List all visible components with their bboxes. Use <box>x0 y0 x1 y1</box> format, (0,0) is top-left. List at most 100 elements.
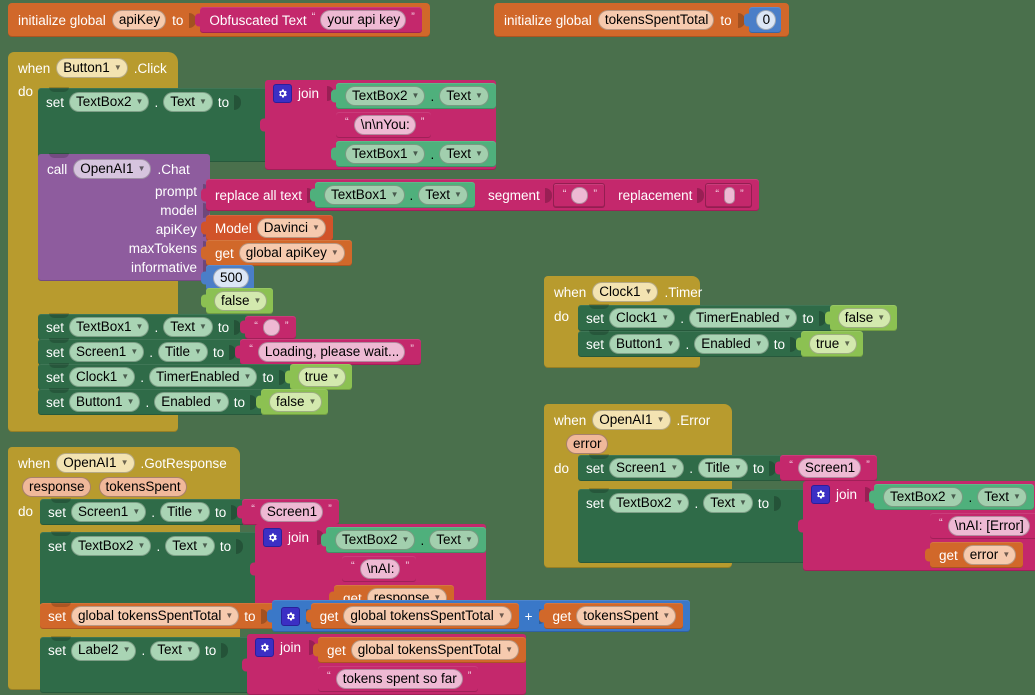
logic-block[interactable]: false <box>261 389 328 415</box>
component-getter-block[interactable]: TextBox2 . Text <box>874 484 1034 510</box>
set-clock1-timerenabled-false-statement[interactable]: set Clock1 . TimerEnabled to false <box>578 305 897 331</box>
join-block[interactable]: join TextBox2 . Text <box>803 481 1035 571</box>
set-clock1-timerenabled-statement[interactable]: set Clock1 . TimerEnabled to true <box>38 364 352 390</box>
text-value[interactable]: Screen1 <box>260 502 323 522</box>
component-dropdown[interactable]: TextBox2 <box>345 86 425 106</box>
text-block[interactable]: “ \nAI: ” <box>342 556 416 582</box>
event-component-dropdown[interactable]: Clock1 <box>592 282 658 302</box>
mutator-gear-icon[interactable] <box>263 528 282 547</box>
component-dropdown[interactable]: Clock1 <box>69 367 135 387</box>
init-global-tokens-block[interactable]: initialize global tokensSpentTotal to 0 <box>494 3 789 37</box>
error-set-screen1-title-statement[interactable]: set Screen1 . Title to “ Screen1 ” <box>578 455 877 481</box>
component-dropdown[interactable]: TextBox2 <box>883 487 963 507</box>
set-button1-enabled-statement[interactable]: set Button1 . Enabled to false <box>38 389 328 415</box>
component-dropdown[interactable]: TextBox2 <box>69 92 149 112</box>
component-getter-block[interactable]: TextBox2 . Text <box>326 527 486 553</box>
text-block[interactable]: “ \nAI: [Error] ” <box>930 513 1035 539</box>
replacement-text-block[interactable]: “ ” <box>705 183 751 208</box>
gotresponse-set-screen1-title-statement[interactable]: set Screen1 . Title to “ Screen1 ” <box>40 499 339 525</box>
component-getter-block[interactable]: TextBox1 . Text <box>336 141 496 167</box>
text-block[interactable]: “ tokens spent so far ” <box>318 666 478 692</box>
model-block[interactable]: Model Davinci <box>206 215 333 241</box>
set-statement-body[interactable]: set TextBox2 . Text to <box>40 532 258 606</box>
obfuscated-text-value[interactable]: your api key <box>320 10 406 30</box>
segment-text-value[interactable] <box>571 187 588 204</box>
set-label2-text-statement[interactable]: set Label2 . Text to <box>40 634 526 695</box>
property-dropdown[interactable]: Text <box>977 487 1027 507</box>
component-dropdown[interactable]: TextBox2 <box>335 530 415 550</box>
component-dropdown[interactable]: Button1 <box>69 392 140 412</box>
text-value[interactable] <box>263 319 280 336</box>
join-block[interactable]: join TextBox2 . Text <box>265 80 496 170</box>
text-value[interactable]: \nAI: [Error] <box>948 516 1030 536</box>
init-global-tokenssspenttotal[interactable]: initialize global tokensSpentTotal to 0 <box>494 3 789 37</box>
property-dropdown[interactable]: Text <box>439 86 489 106</box>
set-statement-body[interactable]: set Button1 . Enabled to <box>578 331 804 357</box>
text-block[interactable]: “ Screen1 ” <box>780 455 877 481</box>
property-dropdown[interactable]: Text <box>150 641 200 661</box>
set-statement-body[interactable]: set TextBox2 . Text to <box>578 489 806 563</box>
component-dropdown[interactable]: Label2 <box>71 641 136 661</box>
error-set-textbox2-text-statement[interactable]: set TextBox2 . Text to <box>578 481 1035 571</box>
property-dropdown[interactable]: Text <box>163 92 213 112</box>
obfuscated-text-block[interactable]: Obfuscated Text “ your api key ” <box>200 7 421 33</box>
variable-dropdown[interactable]: error <box>963 545 1016 565</box>
call-component-dropdown[interactable]: OpenAI1 <box>73 159 151 179</box>
get-global-apikey-block[interactable]: get global apiKey <box>206 240 352 266</box>
text-block[interactable]: “ \n\nYou: ” <box>336 112 431 138</box>
property-dropdown[interactable]: Text <box>165 536 215 556</box>
informative-logic-block[interactable]: false <box>206 288 273 314</box>
init-global-apikey-block[interactable]: initialize global apiKey to Obfuscated T… <box>8 3 430 37</box>
variable-getter-block[interactable]: get global apiKey <box>206 240 352 266</box>
component-getter-block[interactable]: TextBox2 . Text <box>336 83 496 109</box>
variable-getter-block[interactable]: get tokensSpent <box>544 603 684 629</box>
property-dropdown[interactable]: Title <box>698 458 748 478</box>
property-dropdown[interactable]: Enabled <box>694 334 768 354</box>
component-dropdown[interactable]: TextBox1 <box>324 185 404 205</box>
set-statement-body[interactable]: set Clock1 . TimerEnabled to <box>578 305 833 331</box>
set-textbox1-text-statement[interactable]: set TextBox1 . Text to “ ” <box>38 314 296 340</box>
variable-dropdown[interactable]: global apiKey <box>239 243 345 263</box>
math-add-block[interactable]: get global tokensSpentTotal + get tokens… <box>272 600 691 632</box>
component-dropdown[interactable]: Screen1 <box>609 458 684 478</box>
logic-dropdown[interactable]: false <box>269 392 322 412</box>
event-component-dropdown[interactable]: OpenAI1 <box>592 410 670 430</box>
event-param-tokensspent[interactable]: tokensSpent <box>99 477 187 497</box>
set-button1-enabled-true-statement[interactable]: set Button1 . Enabled to true <box>578 331 863 357</box>
call-body[interactable]: call OpenAI1 .Chat prompt model apiKey m… <box>38 154 210 281</box>
global-name-field[interactable]: tokensSpentTotal <box>598 10 715 30</box>
variable-getter-block[interactable]: get error <box>930 542 1023 568</box>
variable-getter-block[interactable]: get global tokensSpentTotal <box>318 637 526 663</box>
logic-block[interactable]: true <box>801 331 863 357</box>
text-block[interactable]: “ Screen1 ” <box>242 499 339 525</box>
event-component-dropdown[interactable]: OpenAI1 <box>56 453 134 473</box>
set-statement-body[interactable]: set TextBox2 . Text to <box>38 88 268 162</box>
property-dropdown[interactable]: Text <box>418 185 468 205</box>
text-value[interactable]: tokens spent so far <box>336 669 463 689</box>
property-dropdown[interactable]: Text <box>439 144 489 164</box>
property-dropdown[interactable]: Text <box>429 530 479 550</box>
logic-block[interactable]: true <box>290 364 352 390</box>
join-block[interactable]: join get global tokensSpentTotal <box>247 634 526 695</box>
component-dropdown[interactable]: Clock1 <box>609 308 675 328</box>
component-dropdown[interactable]: Button1 <box>609 334 680 354</box>
event-param-error[interactable]: error <box>566 434 608 454</box>
component-dropdown[interactable]: TextBox2 <box>609 493 689 513</box>
variable-dropdown[interactable]: global tokensSpentTotal <box>351 640 519 660</box>
component-dropdown[interactable]: Screen1 <box>71 502 146 522</box>
global-dropdown[interactable]: global tokensSpentTotal <box>71 606 239 626</box>
set-statement-body[interactable]: set TextBox1 . Text to <box>38 314 248 340</box>
property-dropdown[interactable]: Title <box>160 502 210 522</box>
call-openai1-chat-block[interactable]: call OpenAI1 .Chat prompt model apiKey m… <box>38 154 210 281</box>
text-value[interactable]: \n\nYou: <box>354 115 416 135</box>
text-value[interactable]: \nAI: <box>360 559 401 579</box>
property-dropdown[interactable]: Text <box>703 493 753 513</box>
property-dropdown[interactable]: TimerEnabled <box>689 308 797 328</box>
component-dropdown[interactable]: TextBox1 <box>345 144 425 164</box>
mutator-gear-icon[interactable] <box>281 607 300 626</box>
set-global-body[interactable]: set global tokensSpentTotal to <box>40 603 275 629</box>
component-getter-block[interactable]: TextBox1 . Text <box>315 182 475 208</box>
replace-all-text-block[interactable]: replace all text TextBox1 . Text segment… <box>206 179 759 211</box>
component-dropdown[interactable]: Screen1 <box>69 342 144 362</box>
property-dropdown[interactable]: Text <box>163 317 213 337</box>
